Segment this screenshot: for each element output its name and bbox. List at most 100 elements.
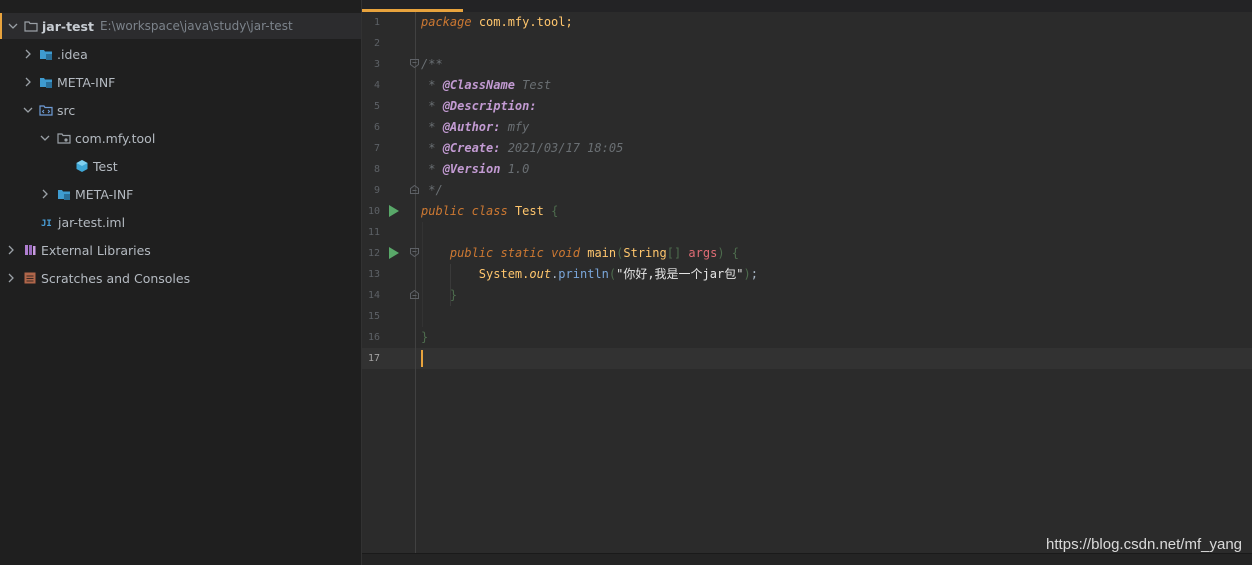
brace: { [551, 204, 559, 218]
method-name: main [587, 246, 617, 260]
run-main-icon[interactable] [388, 247, 400, 259]
line-number: 11 [367, 227, 380, 238]
keyword: void [551, 246, 580, 260]
tree-row-external-libraries[interactable]: External Libraries [0, 237, 361, 263]
code-line-16[interactable]: } [421, 327, 428, 348]
doc-star: * [421, 162, 443, 176]
chevron-right-icon[interactable] [6, 273, 16, 283]
project-folder-icon [24, 19, 38, 33]
iml-file-icon: JI [40, 215, 54, 229]
tree-row-scratches[interactable]: Scratches and Consoles [0, 265, 361, 291]
line-number: 8 [373, 164, 380, 175]
keyword: class [471, 204, 508, 218]
chevron-down-icon[interactable] [40, 133, 50, 143]
doc-tag: @Version [442, 162, 501, 176]
chevron-right-icon[interactable] [40, 189, 50, 199]
line-number-current: 17 [367, 353, 380, 364]
doc-comment-open: /** [421, 57, 443, 71]
line-number: 6 [373, 122, 380, 133]
doc-tag: @ClassName [442, 78, 515, 92]
fold-marker-icon[interactable] [410, 248, 419, 257]
string-literal: "你好,我是一个jar包" [616, 267, 744, 281]
code-line-3[interactable]: /** [421, 54, 443, 75]
brace: { [731, 246, 740, 260]
doc-star: * [421, 141, 443, 155]
code-line-12[interactable]: public static void main(String[] args) { [421, 243, 739, 264]
parameter: args [688, 246, 718, 260]
code-editor[interactable]: 1 2 3 4 5 6 7 8 9 10 11 12 13 14 15 16 1… [362, 0, 1252, 565]
line-number: 14 [367, 290, 380, 301]
keyword: public [449, 246, 494, 260]
doc-star: * [421, 120, 443, 134]
doc-value: 1.0 [500, 162, 530, 176]
doc-comment-close: */ [421, 183, 443, 197]
folder-icon [57, 187, 71, 201]
folder-icon [39, 75, 53, 89]
chevron-down-icon[interactable] [23, 105, 33, 115]
doc-value: 2021/03/17 18:05 [500, 141, 624, 155]
code-line-6[interactable]: * @Author: mfy [421, 117, 529, 138]
watermark-text: https://blog.csdn.net/mf_yang [1046, 536, 1242, 553]
line-number: 1 [373, 17, 380, 28]
project-tool-window: jar-test E:\workspace\java\study\jar-tes… [0, 0, 362, 565]
source-folder-icon [39, 103, 53, 117]
chevron-down-icon[interactable] [8, 21, 18, 31]
fold-marker-icon[interactable] [410, 290, 419, 299]
tree-item-label: .idea [57, 46, 88, 62]
tree-item-label: META-INF [75, 186, 134, 202]
doc-tag: @Author: [442, 120, 501, 134]
tree-row-root[interactable]: jar-test E:\workspace\java\study\jar-tes… [0, 13, 361, 39]
paren: ) [717, 246, 725, 260]
line-number: 15 [367, 311, 380, 322]
fold-marker-icon[interactable] [410, 185, 419, 194]
code-line-10[interactable]: public class Test { [421, 201, 558, 222]
project-root-path: E:\workspace\java\study\jar-test [99, 19, 293, 33]
project-root-name: jar-test [42, 18, 94, 34]
run-class-icon[interactable] [388, 205, 400, 217]
gutter-separator [415, 12, 416, 553]
line-number: 12 [367, 248, 380, 259]
java-class-icon [75, 159, 89, 173]
fold-marker-icon[interactable] [410, 59, 419, 68]
editor-bottom-bar [362, 553, 1252, 565]
line-number: 9 [373, 185, 380, 196]
keyword: static [500, 246, 544, 260]
type-name: String [623, 246, 667, 260]
tree-row-src[interactable]: src [0, 97, 361, 123]
code-line-7[interactable]: * @Create: 2021/03/17 18:05 [421, 138, 623, 159]
code-line-9[interactable]: */ [421, 180, 443, 201]
system-ref: System. [478, 267, 530, 281]
brace: } [449, 288, 458, 302]
code-line-1[interactable]: package com.mfy.tool; [421, 12, 573, 33]
tree-item-label: External Libraries [41, 242, 151, 258]
keyword: public [421, 204, 465, 218]
keyword: package [421, 15, 472, 29]
chevron-right-icon[interactable] [23, 49, 33, 59]
tree-row-meta-inf[interactable]: META-INF [0, 69, 361, 95]
doc-value: Test [514, 78, 552, 92]
tree-item-label: Scratches and Consoles [41, 270, 191, 286]
folder-icon [39, 47, 53, 61]
code-line-13[interactable]: System.out.println("你好,我是一个jar包"); [421, 264, 758, 285]
libraries-icon [23, 243, 37, 257]
line-number: 2 [373, 38, 380, 49]
tree-item-label: src [57, 102, 76, 118]
tree-row-idea[interactable]: .idea [0, 41, 361, 67]
tree-item-label: com.mfy.tool [75, 130, 156, 146]
chevron-right-icon[interactable] [23, 77, 33, 87]
code-line-14[interactable]: } [421, 285, 457, 306]
semicolon: ; [750, 267, 758, 281]
tree-row-iml[interactable]: JI jar-test.iml [0, 209, 361, 235]
code-line-8[interactable]: * @Version 1.0 [421, 159, 529, 180]
code-line-4[interactable]: * @ClassName Test [421, 75, 551, 96]
tree-item-label: Test [93, 158, 118, 174]
line-number: 7 [373, 143, 380, 154]
code-line-5[interactable]: * @Description: [421, 96, 536, 117]
tree-row-test-class[interactable]: Test [0, 153, 361, 179]
doc-star: * [421, 78, 443, 92]
line-number: 5 [373, 101, 380, 112]
tree-row-meta-inf-nested[interactable]: META-INF [0, 181, 361, 207]
array-brackets: [] [666, 246, 682, 260]
chevron-right-icon[interactable] [6, 245, 16, 255]
tree-row-package[interactable]: com.mfy.tool [0, 125, 361, 151]
